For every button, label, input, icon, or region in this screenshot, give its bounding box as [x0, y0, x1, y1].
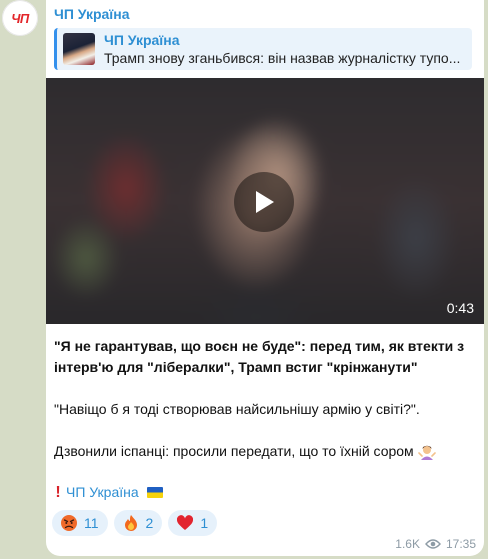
channel-logo-text: ЧП	[11, 10, 29, 26]
signature-link[interactable]: ЧП Україна	[66, 482, 139, 503]
video-duration: 0:43	[446, 300, 474, 316]
angry-face-icon	[61, 515, 77, 531]
red-heart-icon	[177, 515, 194, 530]
reply-text: Трамп знову зганьбився: він назвав журна…	[104, 50, 461, 66]
view-count: 1.6K	[395, 537, 420, 551]
reply-author: ЧП Україна	[104, 32, 180, 48]
headline-line-2: інтерв'ю для "лібералки", Трамп встиг "к…	[54, 359, 418, 375]
reply-thumbnail	[63, 33, 95, 65]
fire-icon	[124, 515, 137, 531]
message-time: 17:35	[445, 537, 476, 551]
reaction-fire[interactable]: 2	[113, 510, 163, 536]
reaction-heart[interactable]: 1	[168, 510, 218, 536]
video-player[interactable]: 0:43	[46, 78, 484, 324]
reply-preview[interactable]: ЧП Україна Трамп знову зганьбився: він н…	[54, 28, 472, 70]
channel-avatar[interactable]: ЧП	[2, 0, 38, 36]
post-comment-text: Дзвонили іспанці: просили передати, що т…	[54, 443, 414, 459]
message-meta: 1.6K 17:35	[395, 537, 476, 551]
woman-shrugging-icon	[417, 445, 436, 460]
headline-line-1: "Я не гарантував, що воєн не буде": пере…	[54, 338, 465, 354]
channel-name[interactable]: ЧП Україна	[54, 6, 130, 22]
post-comment: Дзвонили іспанці: просили передати, що т…	[54, 441, 474, 462]
reaction-heart-count: 1	[200, 515, 209, 531]
reaction-fire-count: 2	[145, 515, 154, 531]
post-quote: "Навіщо б я тоді створював найсильнішу а…	[54, 401, 420, 417]
post-signature: ! ЧП Україна	[54, 482, 474, 503]
reaction-angry-count: 11	[84, 515, 99, 531]
play-icon	[256, 191, 274, 213]
exclamation-icon: !	[55, 484, 61, 501]
eye-icon	[425, 539, 441, 549]
message-bubble: ЧП Україна ЧП Україна Трамп знову зганьб…	[46, 0, 484, 556]
reaction-angry[interactable]: 11	[52, 510, 108, 536]
ukraine-flag-icon	[146, 487, 163, 498]
reactions-bar: 11 2 1	[52, 510, 218, 536]
play-button[interactable]	[234, 172, 294, 232]
post-headline: "Я не гарантував, що воєн не буде": пере…	[54, 336, 474, 378]
